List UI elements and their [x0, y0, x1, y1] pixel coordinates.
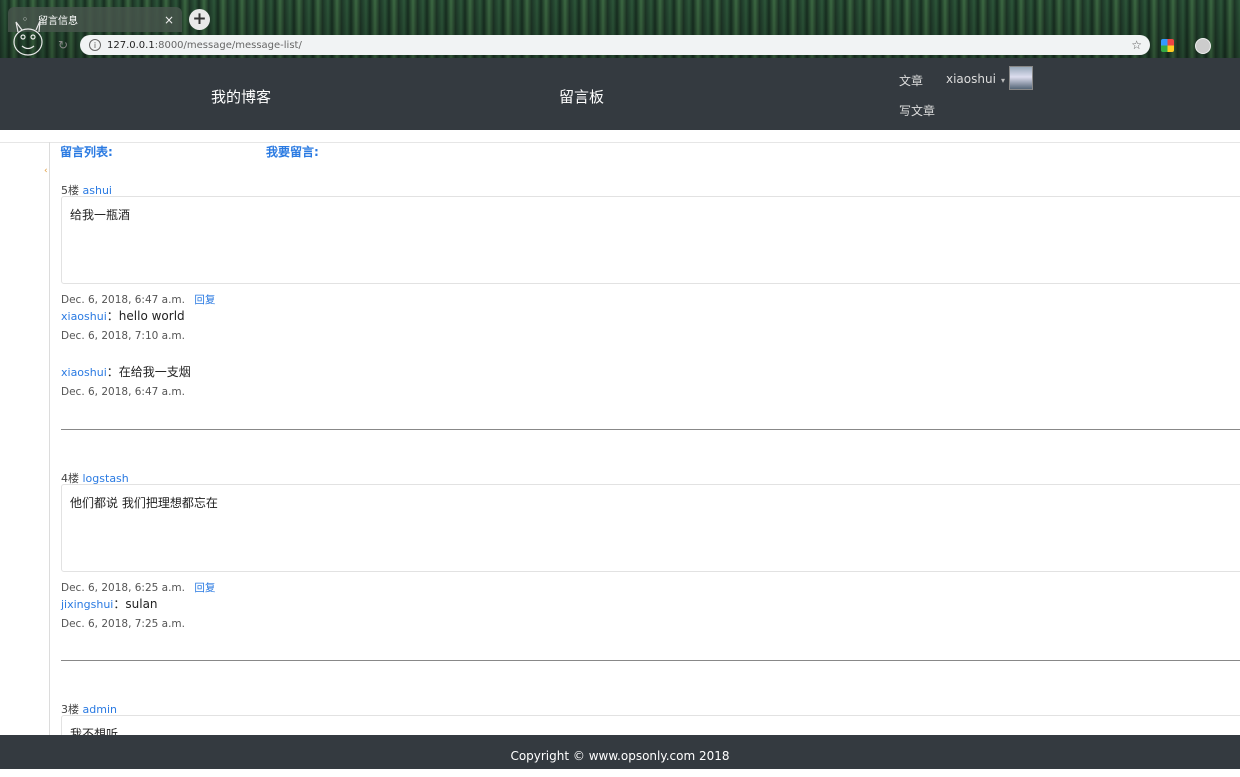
profile-avatar-icon[interactable]	[1195, 38, 1211, 54]
message-meta: Dec. 6, 2018, 6:25 a.m. 回复	[61, 580, 215, 595]
reload-icon[interactable]: ↻	[58, 38, 72, 52]
reply-separator: ：	[113, 597, 126, 611]
reply-user-link[interactable]: xiaoshui	[61, 310, 107, 323]
message-meta: Dec. 6, 2018, 6:47 a.m. 回复	[61, 292, 215, 307]
nav-articles-link[interactable]: 文章	[899, 72, 923, 89]
site-navbar: 我的博客 留言板 文章 xiaoshui ▾ 写文章	[0, 58, 1240, 130]
reply-separator: ：	[106, 365, 119, 379]
extension-icon[interactable]	[1161, 39, 1174, 52]
message-list-content: ‹ 留言列表: 我要留言: 5楼 ashui 给我一瓶酒 Dec. 6, 201…	[0, 130, 1240, 735]
reply-text: hello world	[118, 309, 185, 323]
message-body: 我不想听	[61, 715, 1240, 735]
copyright-text: Copyright © www.opsonly.com 2018	[510, 749, 730, 763]
user-avatar[interactable]	[1009, 66, 1033, 90]
message-body: 他们都说 我们把理想都忘在	[61, 484, 1240, 572]
message-separator	[61, 660, 1240, 661]
message-date: Dec. 6, 2018, 6:25 a.m.	[61, 582, 186, 594]
reply-separator: ：	[106, 309, 119, 323]
message-body: 给我一瓶酒	[61, 196, 1240, 284]
url-path: :8000/message/message-list/	[154, 39, 302, 51]
nav-username: xiaoshui	[946, 72, 996, 86]
reply-date: Dec. 6, 2018, 7:25 a.m.	[61, 618, 186, 630]
nav-user-dropdown[interactable]: xiaoshui ▾	[946, 72, 1005, 86]
reply-item: xiaoshui：hello world	[61, 307, 185, 324]
nav-write-article-link[interactable]: 写文章	[899, 102, 935, 119]
reply-user-link[interactable]: xiaoshui	[61, 366, 107, 379]
url-host: 127.0.0.1	[107, 39, 155, 51]
address-bar[interactable]: i 127.0.0.1 :8000/message/message-list/ …	[80, 35, 1150, 55]
tab-post-message[interactable]: 我要留言:	[266, 143, 319, 160]
reply-date: Dec. 6, 2018, 7:10 a.m.	[61, 330, 186, 342]
caret-down-icon: ▾	[1000, 76, 1005, 85]
reply-button[interactable]: 回复	[194, 294, 215, 306]
reply-user-link[interactable]: jixingshui	[61, 598, 113, 611]
totoro-mascot-icon	[13, 20, 43, 56]
reply-item: jixingshui：sulan	[61, 595, 158, 612]
nav-message-board-link[interactable]: 留言板	[559, 86, 604, 107]
tab-message-list[interactable]: 留言列表:	[60, 143, 113, 160]
message-separator	[61, 429, 1240, 430]
reply-item: xiaoshui：在给我一支烟	[61, 363, 191, 380]
nav-brand-link[interactable]: 我的博客	[211, 86, 271, 107]
bookmark-star-icon[interactable]: ☆	[1131, 38, 1142, 52]
site-info-icon[interactable]: i	[89, 39, 101, 51]
tab-title: 留言信息	[38, 16, 78, 27]
reply-button[interactable]: 回复	[194, 582, 215, 594]
divider	[0, 142, 1240, 143]
message-date: Dec. 6, 2018, 6:47 a.m.	[61, 294, 186, 306]
collapse-arrow-icon[interactable]: ‹	[44, 166, 48, 176]
site-footer: Copyright © www.opsonly.com 2018	[0, 735, 1240, 769]
reply-date: Dec. 6, 2018, 6:47 a.m.	[61, 386, 186, 398]
tab-close-icon[interactable]: ×	[162, 13, 176, 27]
reply-text: 在给我一支烟	[118, 365, 191, 379]
new-tab-button[interactable]: +	[189, 9, 210, 30]
divider	[49, 142, 50, 735]
reply-text: sulan	[125, 597, 158, 611]
